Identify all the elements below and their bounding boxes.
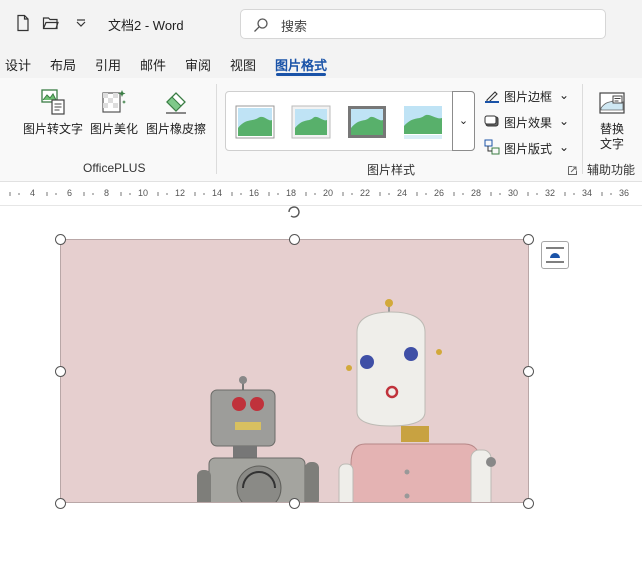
search-icon — [254, 18, 268, 32]
dialog-launcher-icon[interactable] — [568, 166, 577, 175]
open-folder-icon[interactable] — [42, 14, 60, 32]
title-bar: 文档2 - Word 搜索 — [0, 0, 642, 46]
search-input[interactable]: 搜索 — [240, 9, 606, 39]
ruler-tick-label: 14 — [212, 188, 223, 198]
picture-layout-label: 图片版式 — [504, 142, 553, 156]
ruler-tick-label: 18 — [286, 188, 297, 198]
picture-eraser-label: 图片橡皮擦 — [145, 122, 206, 136]
ruler-tick-label: 32 — [545, 188, 556, 198]
ruler-tick-label: 12 — [175, 188, 186, 198]
chevron-down-icon: ⌄ — [559, 140, 570, 154]
picture-styles-group-label: 图片样式 — [367, 163, 416, 177]
chevron-down-icon: ⌄ — [559, 88, 570, 102]
ruler-tick-label: 10 — [138, 188, 149, 198]
resize-handle-bottom[interactable] — [289, 498, 300, 509]
alt-text-icon — [599, 92, 625, 114]
ruler-tick-label: 20 — [323, 188, 334, 198]
active-tab-indicator — [276, 73, 326, 76]
ruler-tick-label: 36 — [619, 188, 630, 198]
alt-text-label-line1: 替换 — [599, 122, 624, 136]
picture-effects-icon — [484, 115, 499, 127]
picture-style-3[interactable] — [347, 104, 387, 140]
tab-picture-format[interactable]: 图片格式 — [275, 55, 327, 74]
document-title: 文档2 - Word — [108, 18, 184, 33]
ruler-tick-label: 4 — [30, 188, 36, 198]
new-document-icon[interactable] — [14, 14, 32, 32]
ruler-tick-label: 6 — [67, 188, 73, 198]
officeplus-group-label: OfficePLUS — [83, 161, 146, 175]
ruler-tick-label: 22 — [360, 188, 371, 198]
tab-mailings[interactable]: 邮件 — [140, 55, 166, 74]
picture-beautify-label: 图片美化 — [89, 122, 138, 136]
tab-layout[interactable]: 布局 — [50, 55, 76, 74]
accessibility-group-label: 辅助功能 — [587, 163, 636, 177]
tab-references[interactable]: 引用 — [95, 55, 121, 74]
picture-beautify-button[interactable]: 图片美化 — [88, 88, 140, 137]
picture-styles-gallery — [225, 91, 475, 151]
picture-style-4[interactable] — [403, 104, 443, 140]
document-canvas[interactable] — [0, 206, 642, 575]
styles-more-button[interactable]: ⌄ — [452, 91, 475, 151]
picture-beautify-icon — [102, 90, 126, 113]
resize-handle-left[interactable] — [55, 366, 66, 377]
rotate-handle-icon[interactable] — [286, 204, 302, 220]
resize-handle-top-left[interactable] — [55, 234, 66, 245]
ribbon: 图片转文字 图片美化 图片橡皮擦 OfficePLUS ⌄ 图片边框 ⌄ 图片效… — [0, 78, 642, 182]
layout-options-button[interactable] — [541, 241, 569, 269]
picture-eraser-button[interactable]: 图片橡皮擦 — [144, 88, 208, 137]
customize-quick-access-icon[interactable] — [72, 14, 90, 32]
picture-to-text-label: 图片转文字 — [22, 122, 83, 136]
resize-handle-right[interactable] — [523, 366, 534, 377]
resize-handle-top-right[interactable] — [523, 234, 534, 245]
picture-style-1[interactable] — [235, 104, 275, 140]
ribbon-tabs: 设计 布局 引用 邮件 审阅 视图 图片格式 — [0, 46, 642, 78]
search-placeholder: 搜索 — [281, 19, 308, 34]
picture-border-label: 图片边框 — [504, 90, 553, 104]
picture-eraser-icon — [166, 92, 186, 114]
group-separator — [582, 84, 583, 174]
group-separator — [216, 84, 217, 174]
tab-review[interactable]: 审阅 — [185, 55, 211, 74]
resize-handle-top[interactable] — [289, 234, 300, 245]
picture-effects-label: 图片效果 — [504, 116, 553, 130]
resize-handle-bottom-right[interactable] — [523, 498, 534, 509]
horizontal-ruler[interactable]: 4 6 8 10 12 14 16 18 20 22 24 26 28 30 3… — [0, 182, 642, 206]
ruler-tick-label: 34 — [582, 188, 593, 198]
ruler-tick-label: 30 — [508, 188, 519, 198]
picture-to-text-button[interactable]: 图片转文字 — [22, 88, 84, 137]
tab-design[interactable]: 设计 — [5, 55, 31, 74]
resize-handle-bottom-left[interactable] — [55, 498, 66, 509]
ruler-tick-label: 26 — [434, 188, 445, 198]
ruler-tick-label: 8 — [104, 188, 110, 198]
ruler-tick-label: 28 — [471, 188, 482, 198]
picture-layout-icon — [484, 139, 500, 155]
picture-border-icon — [485, 91, 499, 103]
chevron-down-icon: ⌄ — [559, 114, 570, 128]
picture-to-text-icon — [41, 89, 65, 115]
picture-style-2[interactable] — [291, 104, 331, 140]
selected-picture[interactable] — [60, 239, 529, 503]
tab-view[interactable]: 视图 — [230, 55, 256, 74]
ruler-tick-label: 16 — [249, 188, 260, 198]
alt-text-button[interactable]: 替换 文字 — [592, 90, 632, 152]
wrap-text-icon — [546, 247, 564, 263]
robots-image — [61, 240, 528, 502]
ruler-tick-label: 24 — [397, 188, 408, 198]
alt-text-label-line2: 文字 — [599, 137, 624, 151]
